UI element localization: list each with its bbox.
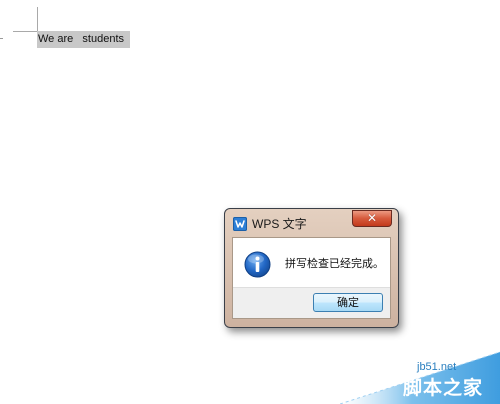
selected-document-text[interactable]: We are students [37, 31, 131, 48]
margin-corner-mark-horizontal [13, 31, 38, 32]
dialog-title-bar[interactable]: WPS 文字 ✕ [225, 209, 398, 237]
dialog-button-strip: 确定 [233, 287, 390, 318]
info-icon [244, 251, 271, 278]
margin-corner-mark-vertical [37, 7, 38, 33]
close-icon: ✕ [366, 211, 378, 225]
watermark-site-name: 脚本之家 [403, 377, 484, 399]
wps-writer-icon [233, 217, 247, 231]
dialog-title: WPS 文字 [252, 217, 307, 231]
dialog-body: 拼写检查已经完成。 确定 [232, 237, 391, 319]
edge-mark [0, 38, 3, 39]
close-button[interactable]: ✕ [352, 210, 392, 227]
dialog-message: 拼写检查已经完成。 [285, 257, 384, 270]
watermark-domain: jb51.net [417, 361, 457, 373]
ok-button[interactable]: 确定 [313, 293, 383, 312]
spell-check-dialog: WPS 文字 ✕ 拼写检查已经完成。 确定 [224, 208, 399, 328]
